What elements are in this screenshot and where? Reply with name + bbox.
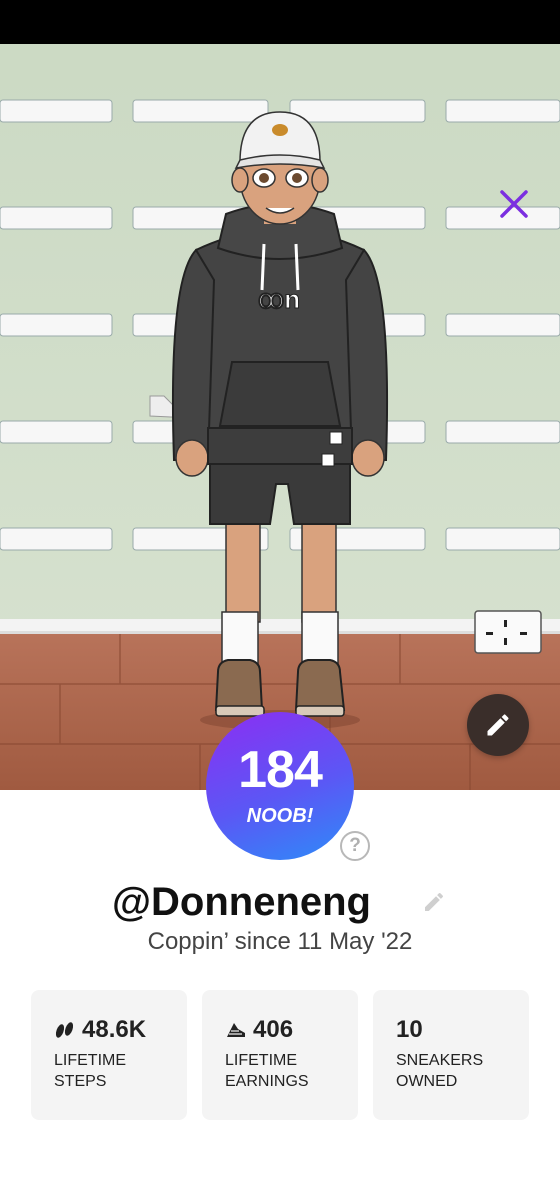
help-icon[interactable]: ? (340, 831, 370, 861)
stats-row: 48.6K LIFETIME STEPS 406 LIFETIME EARNIN… (31, 990, 529, 1120)
stat-label: OWNED (396, 1073, 458, 1090)
status-bar (0, 0, 560, 44)
stat-label: EARNINGS (225, 1073, 309, 1090)
member-since-text: Coppin’ since 11 May '22 (147, 928, 413, 955)
edit-username-icon[interactable] (422, 890, 446, 914)
close-icon (500, 190, 528, 218)
close-button[interactable] (494, 184, 534, 224)
stat-value: 406 (253, 1016, 294, 1043)
scene-illustration: ꝏn (0, 44, 560, 790)
wall-outlet (474, 610, 542, 654)
hoodie-logo: ꝏn (258, 284, 300, 314)
stat-label: SNEAKERS (396, 1052, 484, 1069)
level-badge: 184 NOOB! (206, 712, 354, 860)
stat-value: 10 (396, 1016, 423, 1043)
stat-label: LIFETIME (54, 1052, 127, 1069)
sneaker-currency-icon (227, 1023, 245, 1037)
stat-card-steps[interactable]: 48.6K LIFETIME STEPS (31, 990, 187, 1120)
avatar-scene: ꝏn (0, 44, 560, 790)
pencil-icon (487, 714, 509, 736)
username-row: @Donneneng (0, 876, 560, 928)
steps-icon (55, 1022, 74, 1038)
level-title: NOOB! (246, 805, 314, 827)
stat-card-earnings[interactable]: 406 LIFETIME EARNINGS (202, 990, 358, 1120)
edit-avatar-button[interactable] (467, 694, 529, 756)
username: @Donneneng (112, 880, 371, 924)
level-number: 184 (238, 741, 323, 799)
stat-value: 48.6K (82, 1016, 147, 1043)
stat-label: STEPS (54, 1073, 107, 1090)
stat-label: LIFETIME (225, 1052, 298, 1069)
stat-card-sneakers[interactable]: 10 SNEAKERS OWNED (373, 990, 529, 1120)
